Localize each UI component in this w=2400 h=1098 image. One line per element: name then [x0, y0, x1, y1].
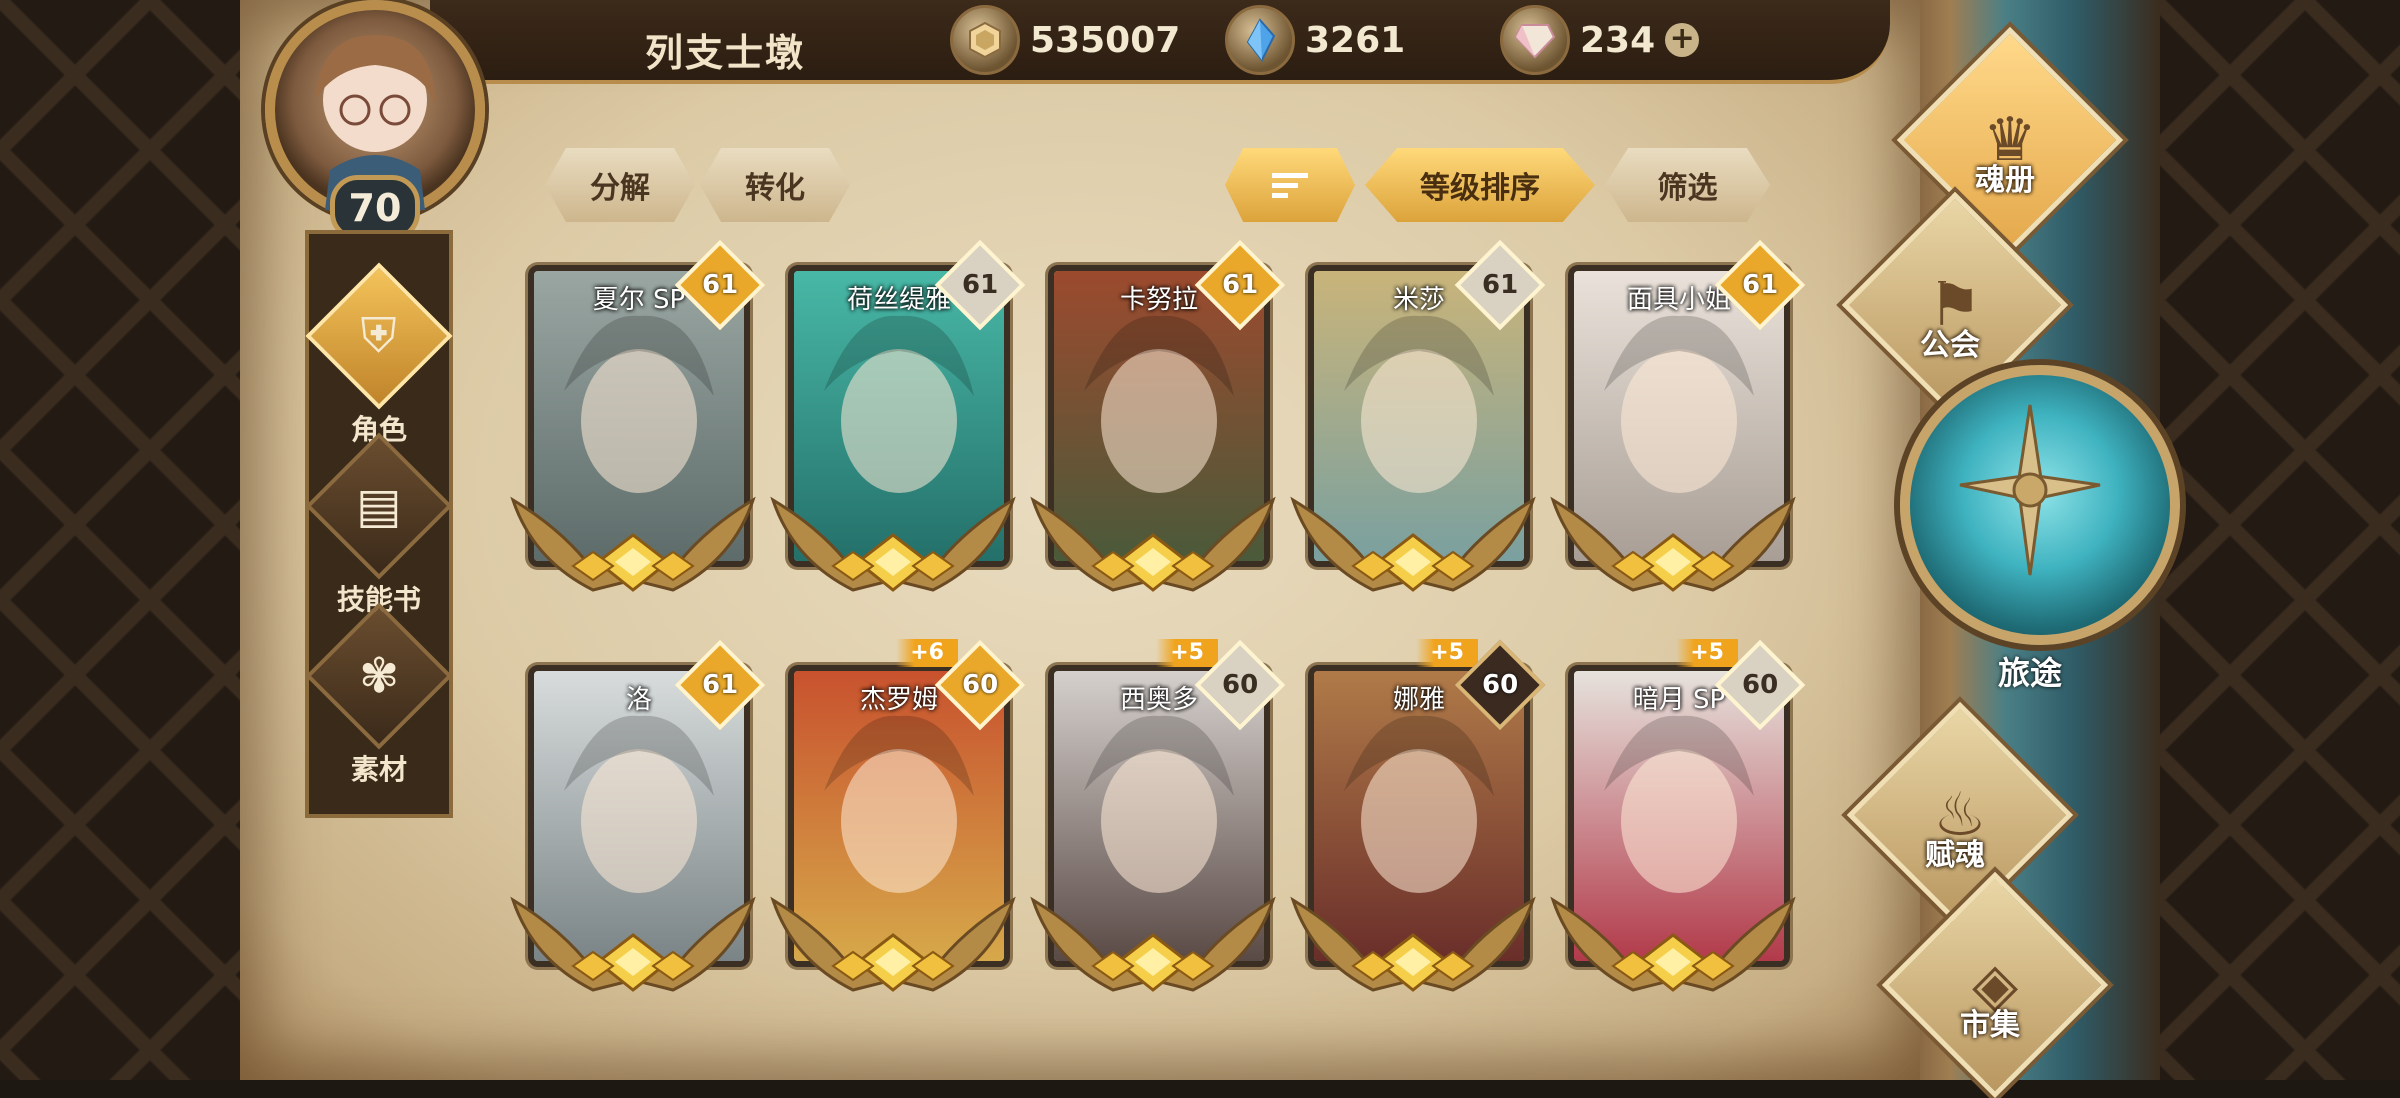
left-category-menu: ⛨ 角色 ▤ 技能书 ✾ 素材 — [305, 230, 453, 818]
character-card[interactable]: 娜雅 +5 60 — [1290, 639, 1546, 992]
nav-guild[interactable]: ⚑ 公会 — [1841, 191, 2069, 419]
add-gem-button[interactable]: + — [1665, 23, 1700, 57]
nav-label-market: 市集 — [1960, 1008, 2020, 1043]
enhance-bonus-tag: +6 — [896, 639, 958, 667]
level-sort-button[interactable]: 等级排序 — [1365, 148, 1595, 222]
decompose-button[interactable]: 分解 — [545, 148, 695, 222]
enhance-bonus-tag: +5 — [1156, 639, 1218, 667]
crystal-amount: 3261 — [1305, 19, 1406, 61]
journey-compass-icon — [1900, 365, 2180, 645]
pink-gem-icon — [1500, 5, 1570, 75]
character-card[interactable]: 暗月 SP +5 60 — [1550, 639, 1806, 992]
currency-gem: 234 + — [1500, 5, 1700, 75]
left-wall-decoration — [0, 0, 245, 1080]
sort-icon — [1272, 173, 1308, 198]
menu-item-skill-books[interactable]: ▤ 技能书 — [305, 432, 453, 618]
rank-wings-emblem — [1290, 496, 1536, 592]
skill-book-icon: ▤ — [305, 432, 453, 580]
character-card[interactable]: 夏尔 SP 61 — [510, 239, 766, 592]
nav-label-guild: 公会 — [1920, 328, 1980, 363]
top-bar: 列支士墩 535007 3261 234 + — [430, 0, 1890, 84]
gold-coin-icon — [950, 5, 1020, 75]
nav-label-soul-infuse: 赋魂 — [1925, 838, 1985, 873]
player-name: 列支士墩 — [645, 31, 806, 75]
menu-item-characters[interactable]: ⛨ 角色 — [305, 262, 453, 448]
player-avatar[interactable]: 70 — [245, 0, 515, 245]
blue-crystal-icon — [1225, 5, 1295, 75]
character-card[interactable]: 米莎 61 — [1290, 239, 1546, 592]
nav-soul-infuse[interactable]: ♨ 赋魂 — [1846, 701, 2074, 929]
character-card[interactable]: 卡努拉 61 — [1030, 239, 1286, 592]
enhance-bonus-tag: +5 — [1676, 639, 1738, 667]
menu-item-materials[interactable]: ✾ 素材 — [305, 602, 453, 788]
rank-wings-emblem — [1290, 896, 1536, 992]
rank-wings-emblem — [1550, 896, 1796, 992]
nav-market[interactable]: ◈ 市集 — [1881, 871, 2109, 1098]
nav-journey[interactable]: 旅途 — [1900, 365, 2180, 692]
material-icon: ✾ — [305, 602, 453, 750]
rank-wings-emblem — [510, 496, 756, 592]
character-card[interactable]: 面具小姐 61 — [1550, 239, 1806, 592]
character-card[interactable]: 洛 61 — [510, 639, 766, 992]
gold-amount: 535007 — [1030, 19, 1181, 61]
helmet-icon: ⛨ — [305, 262, 453, 410]
filter-button[interactable]: 筛选 — [1605, 148, 1770, 222]
rank-wings-emblem — [1550, 496, 1796, 592]
rank-wings-emblem — [1030, 496, 1276, 592]
nav-label-journey: 旅途 — [1997, 654, 2062, 692]
currency-gold: 535007 — [950, 5, 1181, 75]
rank-wings-emblem — [1030, 896, 1276, 992]
rank-wings-emblem — [510, 896, 756, 992]
rank-wings-emblem — [770, 896, 1016, 992]
character-card[interactable]: 杰罗姆 +6 60 — [770, 639, 1026, 992]
character-card[interactable]: 西奥多 +5 60 — [1030, 639, 1286, 992]
currency-crystal: 3261 — [1225, 5, 1406, 75]
convert-button[interactable]: 转化 — [700, 148, 850, 222]
character-card[interactable]: 荷丝缇雅 61 — [770, 239, 1026, 592]
gem-amount: 234 — [1580, 19, 1656, 61]
nav-soul-book[interactable]: ♛ 魂册 — [1896, 26, 2124, 254]
menu-label-materials: 素材 — [350, 753, 407, 786]
right-wall-decoration — [2155, 0, 2400, 1080]
enhance-bonus-tag: +5 — [1416, 639, 1478, 667]
sort-order-button[interactable] — [1225, 148, 1355, 222]
rank-wings-emblem — [770, 496, 1016, 592]
